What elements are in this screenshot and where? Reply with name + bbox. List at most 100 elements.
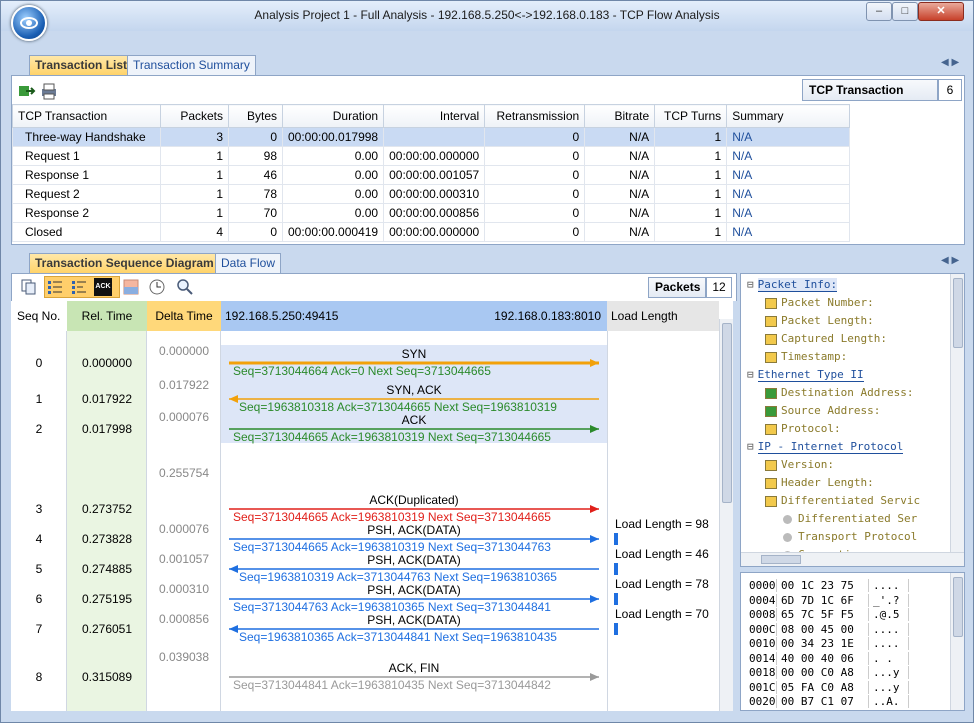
table-row[interactable]: Response 2 1 70 0.00 00:00:00.000856 0 N/A 1 N/A xyxy=(12,203,850,223)
export-icon[interactable] xyxy=(18,82,36,100)
tree-node[interactable]: Timestamp: xyxy=(765,350,847,366)
hex-offset: 0004 xyxy=(741,593,777,607)
column-header[interactable]: Retransmission xyxy=(484,104,586,128)
highlight-icon[interactable] xyxy=(122,278,140,296)
tree-hscroll-thumb[interactable] xyxy=(761,555,801,564)
table-row[interactable]: Three-way Handshake 3 0 00:00:00.017998 0 N/A… xyxy=(12,127,850,147)
table-row[interactable]: Request 2 1 78 0.00 00:00:00.000310 0 N/A 1 N/A xyxy=(12,184,850,204)
column-header[interactable]: TCP Transaction xyxy=(12,104,161,128)
table-cell: 00:00:00.000856 xyxy=(383,203,486,223)
seq-number: 8 xyxy=(35,670,43,684)
key-field-icon xyxy=(765,477,777,489)
title-bar: Analysis Project 1 - Full Analysis - 192… xyxy=(1,1,973,31)
table-cell: 1 xyxy=(654,184,728,204)
transaction-count-value: 6 xyxy=(938,79,962,101)
table-cell: 0 xyxy=(484,165,586,185)
table-cell: 0.00 xyxy=(281,184,385,204)
seq-number: 0 xyxy=(35,356,43,370)
ack-icon[interactable]: ACK xyxy=(94,278,112,296)
tree-node[interactable]: Source Address: xyxy=(765,404,880,420)
hex-scroll-thumb[interactable] xyxy=(953,577,963,637)
table-cell: N/A xyxy=(726,184,850,204)
tree-node[interactable]: Transport Protocol xyxy=(783,530,917,546)
table-cell: N/A xyxy=(584,146,656,166)
diagram-scrollbar[interactable] xyxy=(719,319,733,711)
tree-node-label: Packet Info: xyxy=(757,278,838,292)
hex-offset: 0010 xyxy=(741,637,777,650)
hex-offset: 0014 xyxy=(741,651,777,665)
packet-label: ACK, FIN xyxy=(388,661,440,675)
network-field-icon xyxy=(765,405,777,417)
tree-node[interactable]: ⊟ Ethernet Type II xyxy=(747,368,864,384)
column-header[interactable]: Summary xyxy=(726,104,850,128)
tree-node[interactable]: ⊟ IP - Internet Protocol xyxy=(747,440,904,456)
tree-scrollbar-vertical[interactable] xyxy=(950,274,964,552)
packet-detail: Seq=3713044665 Ack=1963810319 Next Seq=3… xyxy=(233,430,551,444)
maximize-button[interactable]: □ xyxy=(892,2,918,21)
tree-node[interactable]: Packet Number: xyxy=(765,296,874,312)
tab-transaction-summary[interactable]: Transaction Summary xyxy=(127,55,256,75)
tree-node[interactable]: Protocol: xyxy=(765,422,841,438)
hex-row: 0020 00 B7 C1 07 ..A. xyxy=(741,695,964,710)
hex-row: 000C 08 00 45 00.... xyxy=(741,622,964,638)
table-cell: Request 1 xyxy=(12,146,161,166)
rel-time: 0.017922 xyxy=(81,392,133,406)
tree-node-label: Version: xyxy=(781,458,834,471)
load-length-value: Load Length = 70 xyxy=(615,607,709,621)
rel-time: 0.276051 xyxy=(81,622,133,636)
tree-node[interactable]: Packet Length: xyxy=(765,314,874,330)
tree-node-label: Destination Address: xyxy=(781,386,914,399)
table-cell: N/A xyxy=(726,222,850,242)
tree-node[interactable]: Version: xyxy=(765,458,834,474)
column-header[interactable]: Interval xyxy=(383,104,486,128)
load-length-value: Load Length = 46 xyxy=(615,547,709,561)
copy-icon[interactable] xyxy=(20,278,38,296)
hex-bytes: 00 00 C0 A8 xyxy=(777,666,869,679)
key-field-icon xyxy=(765,333,777,345)
list-icon[interactable] xyxy=(46,278,64,296)
tree-node[interactable]: Differentiated Servic xyxy=(765,494,920,510)
table-cell: N/A xyxy=(726,203,850,223)
hex-scrollbar[interactable] xyxy=(950,573,964,710)
tree-node[interactable]: Captured Length: xyxy=(765,332,887,348)
packet-label: PSH, ACK(DATA) xyxy=(367,583,461,597)
tree-node[interactable]: ⊟ Packet Info: xyxy=(747,278,838,294)
expand-icon: ⊟ xyxy=(747,278,754,291)
tree-node[interactable]: Header Length: xyxy=(765,476,874,492)
hex-ascii: _'.? xyxy=(869,593,909,607)
tab-transaction-sequence-diagram[interactable]: Transaction Sequence Diagram xyxy=(29,253,220,273)
top-tab-nav-arrows[interactable]: ◀ ▶ xyxy=(941,57,959,68)
clock-icon[interactable] xyxy=(148,278,166,296)
column-header[interactable]: Packets xyxy=(160,104,229,128)
print-icon[interactable] xyxy=(40,82,58,100)
table-row[interactable]: Response 1 1 46 0.00 00:00:00.001057 0 N/A 1 N/A xyxy=(12,165,850,185)
delta-time: 0.000310 xyxy=(158,582,210,596)
column-header[interactable]: Duration xyxy=(281,104,385,128)
table-row[interactable]: Closed 4 0 00:00:00.000419 00:00:00.000000 0 N… xyxy=(12,222,850,242)
table-row[interactable]: Request 1 1 98 0.00 00:00:00.000000 0 N/A 1 N/A xyxy=(12,146,850,166)
tree-node[interactable]: Differentiated Ser xyxy=(783,512,917,528)
hex-bytes: 00 34 23 1E xyxy=(777,637,869,650)
diagram-scroll-thumb[interactable] xyxy=(722,323,732,503)
bottom-tab-nav-arrows[interactable]: ◀ ▶ xyxy=(941,255,959,266)
list-detail-icon[interactable] xyxy=(70,278,88,296)
minimize-button[interactable]: – xyxy=(866,2,892,21)
tree-scrollbar-horizontal[interactable] xyxy=(741,552,964,566)
column-header[interactable]: Bytes xyxy=(228,104,283,128)
seq-number: 7 xyxy=(35,622,43,636)
table-cell: N/A xyxy=(584,203,656,223)
transaction-list-panel: TCP Transaction Count 6 TCP Transaction … xyxy=(11,75,965,245)
tab-transaction-list[interactable]: Transaction List xyxy=(29,55,134,75)
tab-data-flow[interactable]: Data Flow xyxy=(215,253,282,273)
hex-offset: 0020 xyxy=(741,695,777,708)
packet-detail-tree: ⊟ Packet Info: Packet Number: Packet Length… xyxy=(740,273,965,567)
close-button[interactable]: ✕ xyxy=(918,2,964,21)
tree-node-label: Packet Length: xyxy=(781,314,874,327)
tree-scroll-thumb[interactable] xyxy=(953,278,963,348)
zoom-icon[interactable] xyxy=(176,278,194,296)
bullet-icon xyxy=(783,514,792,524)
tree-node-label: Transport Protocol xyxy=(798,530,918,543)
tree-node[interactable]: Destination Address: xyxy=(765,386,913,402)
column-header[interactable]: Bitrate xyxy=(584,104,656,128)
column-header[interactable]: TCP Turns xyxy=(654,104,728,128)
